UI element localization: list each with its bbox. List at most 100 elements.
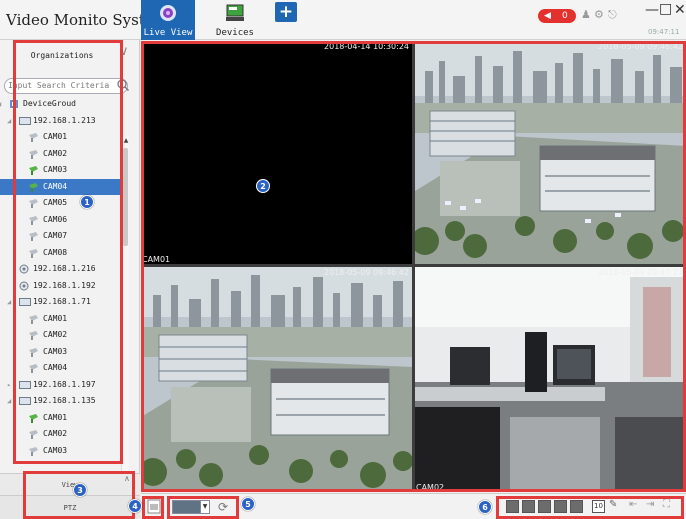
tree-device[interactable]: ▸ 192.168.1.197 [0, 377, 120, 393]
annotation-badge-5: 5 [241, 497, 255, 511]
tree-camera[interactable]: CAM03 [0, 344, 120, 360]
search-input[interactable]: Input Search Criteria [4, 78, 128, 94]
video-monitor-app: Video Monito System Live View Devices + … [0, 0, 686, 519]
expand-arrow-icon[interactable]: ◢ [0, 96, 1, 112]
tree-camera[interactable]: CAM02 [0, 426, 120, 442]
annotation-badge-6: 6 [478, 500, 492, 514]
layout-6-button[interactable] [538, 500, 551, 513]
clock: 09:47:11 [648, 28, 680, 36]
tree-item-label: CAM01 [43, 313, 68, 323]
tree-item-label: CAM02 [43, 148, 68, 158]
tree-camera[interactable]: CAM05 [0, 195, 120, 211]
gear-icon[interactable]: ⚙ [594, 8, 604, 21]
fullscreen-icon[interactable]: ⛶ [663, 499, 670, 510]
alarm-indicator[interactable]: ◀ 0 [538, 9, 576, 23]
layout-9-button[interactable] [570, 500, 583, 513]
lock-icon[interactable]: ⎋ [608, 8, 617, 22]
layout-4-button[interactable] [522, 500, 535, 513]
chevron-up-icon[interactable]: ∧ [124, 474, 130, 483]
accordion-ptz[interactable]: PTZ [0, 495, 140, 519]
tab-live-view-label: Live View [143, 28, 193, 38]
title-bar: Video Monito System Live View Devices + … [0, 0, 686, 40]
speaker-icon: ◀ [544, 11, 551, 21]
tree-camera[interactable]: CAM07 [0, 228, 120, 244]
tree-item-label: 192.168.1.216 [33, 264, 96, 273]
tree-item-label: 192.168.1.192 [33, 280, 96, 290]
layout-custom-button[interactable]: 10 [592, 500, 605, 513]
video-pane-1[interactable]: 2018-04-14 10:30:24 CAM01 [141, 41, 412, 264]
left-panel: Organizations ∨ Input Search Criteria ◢ D… [0, 40, 140, 519]
tab-devices[interactable]: Devices [208, 0, 262, 40]
video-pane-2[interactable]: 2018-05-09 09:46:42 [415, 41, 686, 264]
tree-camera[interactable]: CAM03 [0, 162, 120, 178]
tree-device[interactable]: 192.168.1.192 [0, 278, 120, 294]
tree-item-label: 192.168.1.135 [33, 396, 96, 405]
tree-group[interactable]: ◢ DeviceGroud [0, 96, 120, 112]
snapshot-icon[interactable] [147, 499, 161, 514]
tree-camera[interactable]: CAM01 [0, 129, 120, 145]
refresh-icon[interactable]: ⟳ [216, 500, 230, 514]
tree-item-label: CAM01 [43, 132, 68, 141]
edit-icon[interactable]: ✎ [609, 499, 617, 510]
tree-camera[interactable]: CAM02 [0, 146, 120, 162]
next-page-icon[interactable]: ⇥ [646, 499, 654, 510]
tree-camera[interactable]: CAM02 [0, 327, 120, 343]
tree-camera[interactable]: CAM01 [0, 410, 120, 426]
pane-timestamp: 2018-05-09 09:47:21 [598, 268, 683, 277]
layout-1-button[interactable] [506, 500, 519, 513]
tree-item-label: CAM08 [43, 247, 68, 257]
tree-device[interactable]: ◢ 192.168.1.135 [0, 393, 120, 409]
camera-icon [29, 446, 40, 459]
tree-item-label: DeviceGroud [23, 99, 76, 108]
tree-device[interactable]: ◢ 192.168.1.71 [0, 294, 120, 310]
layout-8-button[interactable] [554, 500, 567, 513]
tree-item-label: CAM05 [43, 198, 68, 207]
tree-camera[interactable]: CAM01 [0, 311, 120, 327]
annotation-badge-2: 2 [256, 179, 270, 193]
device-tree: ◢ DeviceGroud ◢ 192.168.1.213 CAM01 CAM02 CAM0… [0, 96, 120, 458]
maximize-icon[interactable]: □ [659, 1, 672, 17]
tree-scrollbar[interactable]: ▲ ▼ [121, 136, 129, 498]
expand-arrow-icon[interactable]: ◢ [7, 294, 11, 310]
expand-arrow-icon[interactable]: ◢ [7, 393, 11, 409]
tree-camera[interactable]: CAM03 [0, 443, 120, 459]
add-tab-button[interactable]: + [275, 2, 297, 22]
tree-item-label: CAM07 [43, 231, 68, 240]
chevron-down-icon[interactable]: ▼ [200, 500, 210, 514]
scroll-up-icon[interactable]: ▲ [122, 136, 130, 146]
scroll-thumb[interactable] [123, 148, 128, 246]
search-icon[interactable] [116, 78, 130, 92]
tree-item-label: 192.168.1.71 [33, 297, 91, 306]
tree-item-label: CAM06 [43, 214, 68, 224]
chevron-down-icon[interactable]: ∨ [119, 44, 129, 59]
collapse-arrow-icon[interactable]: ▸ [7, 377, 11, 393]
tree-device[interactable]: 192.168.1.216 [0, 261, 120, 277]
tree-item-label: CAM04 [43, 363, 68, 372]
tree-device[interactable]: ◢ 192.168.1.213 [0, 113, 120, 129]
tree-camera[interactable]: CAM08 [0, 245, 120, 261]
video-pane-4[interactable]: 2018-05-09 09:47:21 CAM02 [415, 267, 686, 492]
close-icon[interactable]: ✕ [674, 2, 686, 18]
organizations-header[interactable]: Organizations [14, 42, 110, 72]
user-icon[interactable]: ♟ [581, 8, 591, 21]
expand-arrow-icon[interactable]: ◢ [7, 113, 11, 129]
tree-item-label: 192.168.1.197 [33, 379, 96, 389]
tree-camera[interactable]: CAM04 [0, 360, 120, 376]
pane-timestamp: 2018-05-09 09:46:42 [324, 268, 409, 277]
tree-item-label: CAM03 [43, 346, 68, 356]
pane-camera-label: CAM02 [416, 483, 445, 492]
video-pane-3[interactable]: 2018-05-09 09:46:42 [141, 267, 412, 492]
pane-timestamp: 2018-05-09 09:46:42 [598, 42, 683, 51]
city-scene-image [141, 267, 412, 492]
tab-live-view[interactable]: Live View [141, 0, 195, 40]
minimize-icon[interactable]: — [645, 2, 659, 18]
city-scene-image [415, 41, 686, 264]
accordion-view[interactable]: View [0, 473, 140, 495]
tab-devices-label: Devices [216, 28, 254, 38]
tree-camera[interactable]: CAM04 [0, 178, 120, 195]
annotation-badge-4: 4 [128, 499, 142, 513]
tree-camera[interactable]: CAM06 [0, 212, 120, 228]
tree-item-label: CAM01 [43, 412, 68, 422]
prev-page-icon[interactable]: ⇤ [629, 499, 637, 510]
tree-item-label: CAM02 [43, 330, 68, 339]
